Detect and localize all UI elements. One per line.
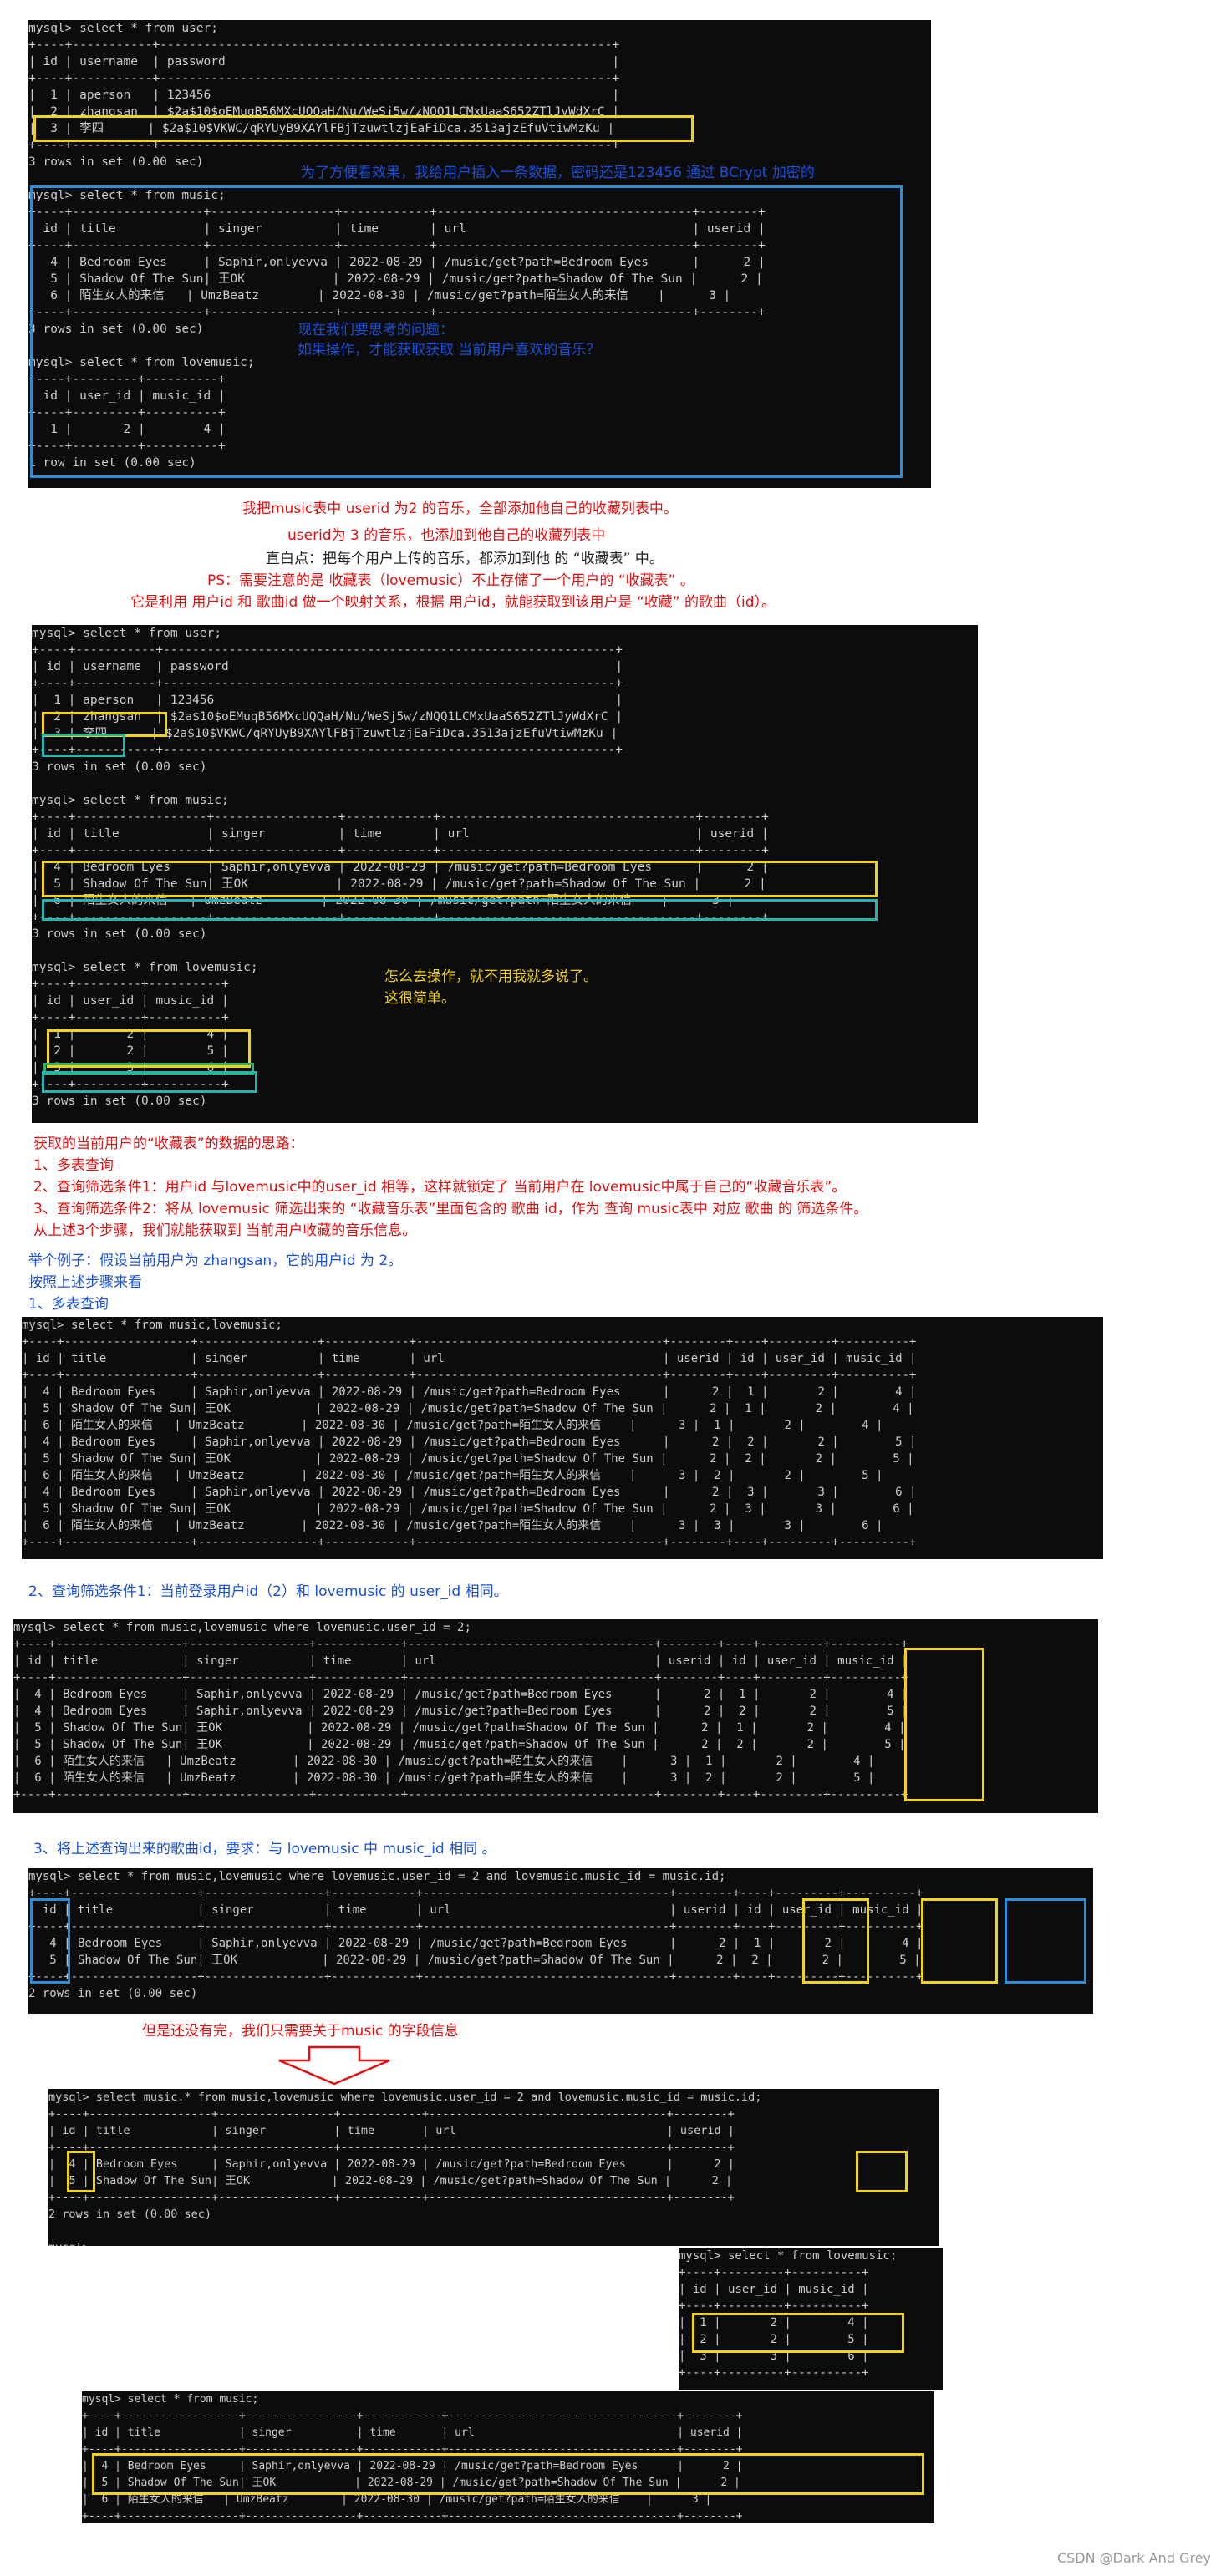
highlight-music-id-col-2 [1005,1898,1086,1984]
note-how-to: 怎么去操作，就不用我就多说了。 [384,968,598,985]
highlight-userid-col [802,1898,869,1984]
highlight-user-id-col-2 [921,1898,998,1984]
down-arrow-icon [276,2045,393,2086]
note-idea-4: 从上述3个步骤，我们就能获取到 当前用户收藏的音乐信息。 [33,1222,417,1239]
note-example-3: 1、多表查询 [28,1296,109,1313]
highlight-row-lisi [33,115,694,142]
note-only-music: 但是还没有完，我们只需要关于music 的字段信息 [142,2023,459,2040]
highlight-final-userid [856,2151,908,2192]
highlight-music-lovemusic [30,185,903,478]
note-example-1: 举个例子：假设当前用户为 zhangsan，它的用户id 为 2。 [28,1252,403,1269]
note-mid-3: 直白点：把每个用户上传的音乐，都添加到他 的 “收藏表” 中。 [266,551,664,567]
note-example-2: 按照上述步骤来看 [28,1274,142,1291]
note-idea-2: 2、查询筛选条件1：用户id 与lovemusic中的user_id 相等，这样… [33,1179,847,1196]
highlight-love-rows [692,2313,904,2353]
highlight-user-id-column [904,1648,984,1801]
highlight-music-user3 [42,899,878,921]
note-mid-2: userid为 3 的音乐，也添加到他自己的收藏列表中 [287,527,606,544]
highlight-music-id-col [30,1898,70,1984]
highlight-love-user3 [42,1071,257,1093]
highlight-lisi [42,734,125,757]
note-mid-4: PS：需要注意的是 收藏表（lovemusic）不止存储了一个用户的 “收藏表”… [207,572,694,589]
note-idea-3: 3、查询筛选条件2：将从 lovemusic 筛选出来的 “收藏音乐表”里面包含… [33,1201,868,1217]
terminal-window-6: mysql> select music.* from music,lovemus… [48,2089,939,2246]
note-question-1: 现在我们要思考的问题： [298,322,454,338]
highlight-music-user2 [42,861,878,897]
terminal-output-6: mysql> select music.* from music,lovemus… [48,2091,762,2246]
note-mid-1: 我把music表中 userid 为2 的音乐，全部添加他自己的收藏列表中。 [242,500,678,517]
note-question-2: 如果操作，才能获取获取 当前用户喜欢的音乐？ [298,342,601,358]
note-mid-5: 它是利用 用户id 和 歌曲id 做一个映射关系，根据 用户id，就能获取到该用… [130,594,776,611]
note-step-3: 3、将上述查询出来的歌曲id，要求：与 lovemusic 中 music_id… [33,1841,496,1857]
highlight-music-rows [92,2453,924,2495]
note-idea-0: 获取的当前用户的“收藏表”的数据的思路： [33,1136,304,1152]
note-idea-1: 1、多表查询 [33,1157,114,1174]
note-simple: 这很简单。 [384,990,455,1007]
watermark: CSDN @Dark And Grey [1056,2550,1211,2566]
terminal-window-3: mysql> select * from music,lovemusic; +-… [22,1317,1103,1559]
highlight-final-ids [67,2151,95,2192]
note-step-2: 2、查询筛选条件1：当前登录用户id（2）和 lovemusic 的 user_… [28,1583,508,1600]
terminal-output-3: mysql> select * from music,lovemusic; +-… [22,1318,917,1549]
note-insert-user: 为了方便看效果，我给用户插入一条数据，密码还是123456 通过 BCrypt … [301,165,815,181]
